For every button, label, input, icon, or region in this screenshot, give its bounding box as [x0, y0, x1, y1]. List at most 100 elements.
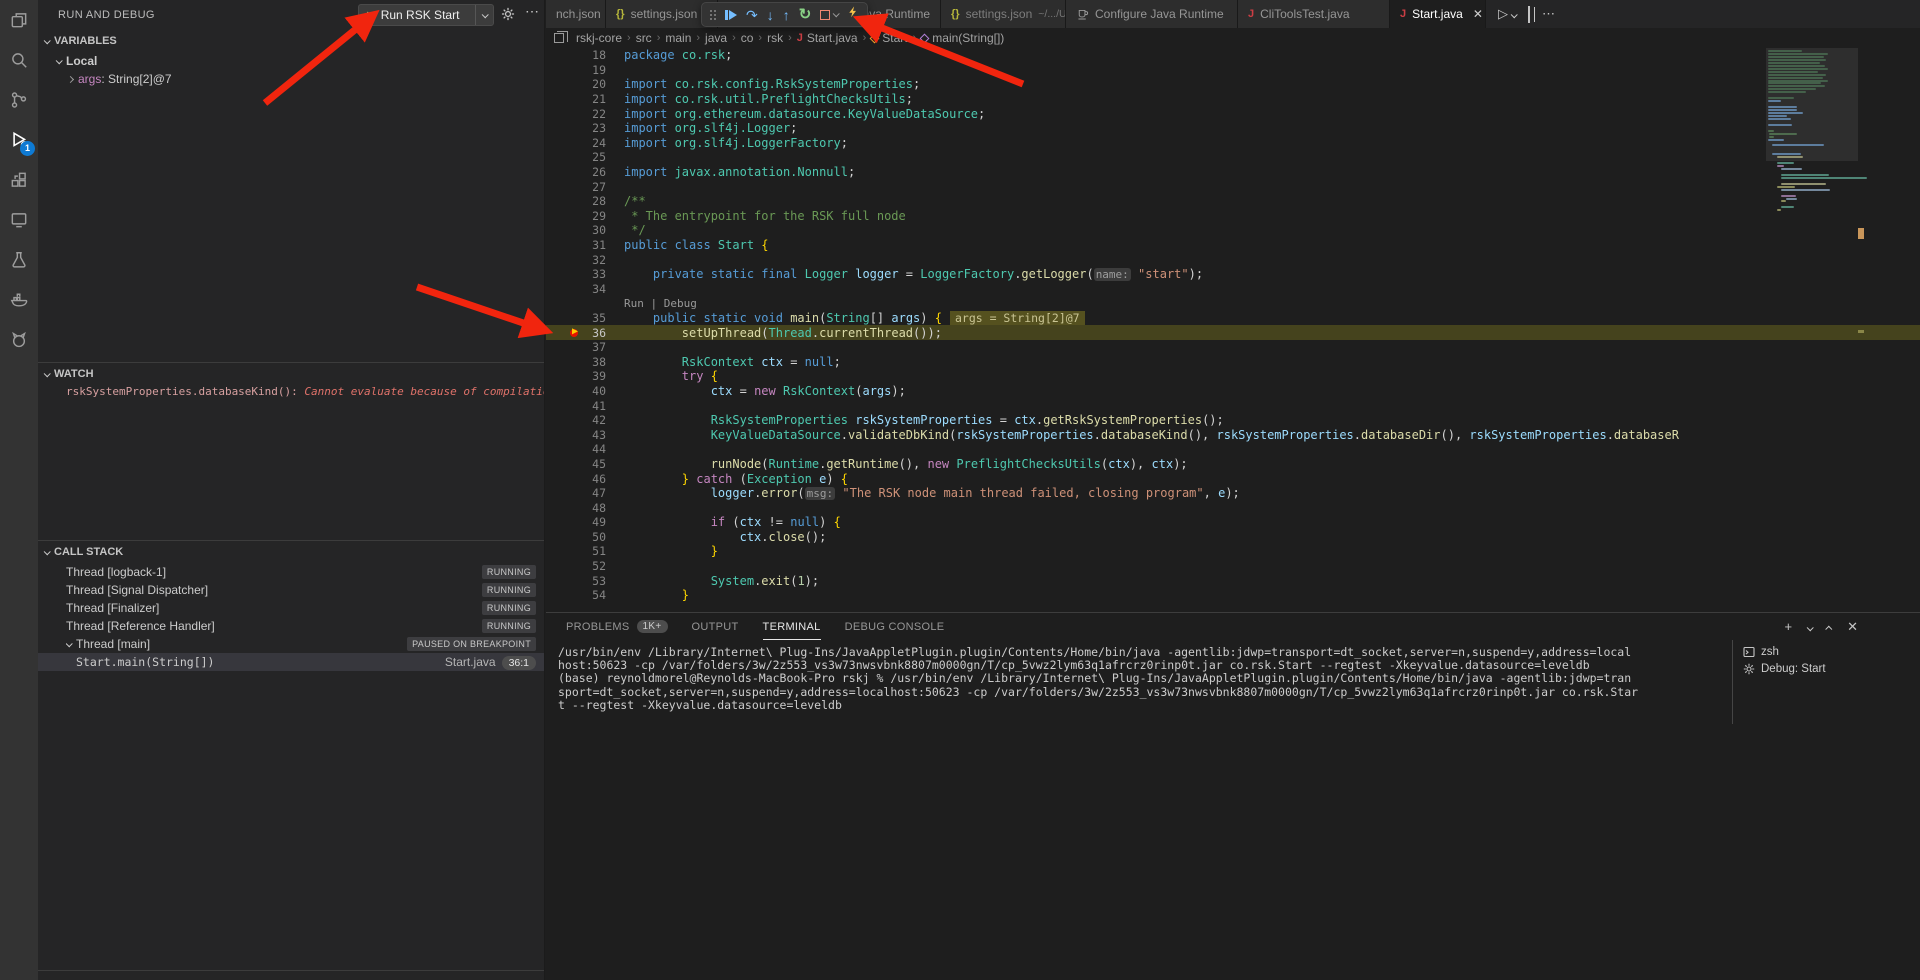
more-actions-icon[interactable]: ⋯: [525, 3, 540, 20]
extensions-icon[interactable]: [0, 160, 38, 200]
tab-configure-java-runtime[interactable]: Configure Java Runtime: [1066, 0, 1238, 28]
code-line-18[interactable]: 18package co.rsk;: [546, 48, 1920, 63]
code-line-39[interactable]: 39 try {: [546, 369, 1920, 384]
code-line-46[interactable]: 46 } catch (Exception e) {: [546, 471, 1920, 486]
code-line-53[interactable]: 53 System.exit(1);: [546, 573, 1920, 588]
call-stack-header[interactable]: CALL STACK: [38, 541, 544, 563]
chevron-down-icon[interactable]: [475, 5, 493, 25]
more-actions-button[interactable]: ⋯: [1542, 6, 1555, 22]
source-control-icon[interactable]: [0, 80, 38, 120]
panel-tab-problems[interactable]: PROBLEMS1K+: [566, 613, 668, 640]
chevron-down-icon[interactable]: [1807, 619, 1812, 634]
code-line-23[interactable]: 23import org.slf4j.Logger;: [546, 121, 1920, 136]
variable-args[interactable]: args: String[2]@7: [38, 70, 544, 88]
call-stack-thread[interactable]: Thread [Finalizer]RUNNING: [38, 599, 544, 617]
toolbar-drag-grip[interactable]: [710, 10, 716, 20]
code-line-52[interactable]: 52: [546, 559, 1920, 574]
hot-code-replace-icon[interactable]: [847, 5, 859, 24]
code-line-34[interactable]: 34: [546, 282, 1920, 297]
panel-tab-debug-console[interactable]: DEBUG CONSOLE: [845, 613, 945, 640]
remote-explorer-icon[interactable]: [0, 200, 38, 240]
open-editors-icon[interactable]: [554, 33, 564, 43]
code-line-32[interactable]: 32: [546, 252, 1920, 267]
paused-breakpoint-icon[interactable]: ▶: [570, 327, 584, 339]
call-stack-thread[interactable]: Thread [Signal Dispatcher]RUNNING: [38, 581, 544, 599]
breadcrumb-item[interactable]: main: [665, 31, 691, 45]
search-icon[interactable]: [0, 40, 38, 80]
code-editor[interactable]: 18package co.rsk;1920import co.rsk.confi…: [546, 48, 1920, 612]
watch-expression[interactable]: rskSystemProperties.databaseKind(): Cann…: [38, 385, 544, 398]
code-line-28[interactable]: 28/**: [546, 194, 1920, 209]
code-line-30[interactable]: 30 */: [546, 223, 1920, 238]
restart-icon[interactable]: ↻: [799, 7, 812, 22]
code-line-31[interactable]: 31public class Start {: [546, 238, 1920, 253]
code-line-22[interactable]: 22import org.ethereum.datasource.KeyValu…: [546, 106, 1920, 121]
watch-header[interactable]: WATCH: [38, 363, 544, 385]
breadcrumb-item[interactable]: main(String[]): [921, 31, 1004, 45]
breadcrumb-item[interactable]: src: [636, 31, 652, 45]
tab-start-java[interactable]: JStart.java✕: [1390, 0, 1486, 28]
code-line-42[interactable]: 42 RskSystemProperties rskSystemProperti…: [546, 413, 1920, 428]
code-line-26[interactable]: 26import javax.annotation.Nonnull;: [546, 165, 1920, 180]
continue-icon[interactable]: [725, 10, 737, 20]
run-configuration-dropdown[interactable]: ▷ Run RSK Start: [358, 4, 494, 26]
variables-scope-local[interactable]: Local: [38, 52, 544, 70]
code-line-38[interactable]: 38 RskContext ctx = null;: [546, 354, 1920, 369]
test-beaker-icon[interactable]: [0, 240, 38, 280]
call-stack-thread[interactable]: Thread [Reference Handler]RUNNING: [38, 617, 544, 635]
code-line-51[interactable]: 51 }: [546, 544, 1920, 559]
docker-icon[interactable]: [0, 280, 38, 320]
code-line-35[interactable]: 35 public static void main(String[] args…: [546, 311, 1920, 326]
code-line-19[interactable]: 19: [546, 63, 1920, 78]
new-terminal-icon[interactable]: +: [1785, 619, 1793, 634]
call-stack-thread[interactable]: Thread [main]PAUSED ON BREAKPOINT: [38, 635, 544, 653]
stop-icon[interactable]: [820, 10, 838, 20]
code-line-21[interactable]: 21import co.rsk.util.PreflightChecksUtil…: [546, 92, 1920, 107]
code-line-43[interactable]: 43 KeyValueDataSource.validateDbKind(rsk…: [546, 427, 1920, 442]
code-line-36[interactable]: 36▶ setUpThread(Thread.currentThread());: [546, 325, 1920, 340]
terminal-session-zsh[interactable]: zsh: [1733, 643, 1916, 660]
variables-header[interactable]: VARIABLES: [38, 30, 544, 52]
breadcrumb-item[interactable]: rsk: [767, 31, 783, 45]
code-line-44[interactable]: 44: [546, 442, 1920, 457]
call-stack-thread[interactable]: Thread [logback-1]RUNNING: [38, 563, 544, 581]
terminal-output[interactable]: /usr/bin/env /Library/Internet\ Plug-Ins…: [558, 646, 1728, 712]
breadcrumb-item[interactable]: co: [741, 31, 754, 45]
code-line-27[interactable]: 27: [546, 179, 1920, 194]
code-line-47[interactable]: 47 logger.error(msg: "The RSK node main …: [546, 486, 1920, 501]
breadcrumb-item[interactable]: java: [705, 31, 727, 45]
run-button[interactable]: ▷: [1498, 6, 1516, 22]
panel-tab-terminal[interactable]: TERMINAL: [763, 613, 821, 640]
tab-clitoolstest-java[interactable]: JCliToolsTest.java: [1238, 0, 1390, 28]
split-editor-button[interactable]: [1528, 7, 1530, 22]
code-line-33[interactable]: 33 private static final Logger logger = …: [546, 267, 1920, 282]
run-and-debug-icon[interactable]: 1: [0, 120, 38, 160]
code-line-37[interactable]: 37: [546, 340, 1920, 355]
code-line-45[interactable]: 45 runNode(Runtime.getRuntime(), new Pre…: [546, 457, 1920, 472]
code-line-49[interactable]: 49 if (ctx != null) {: [546, 515, 1920, 530]
code-line-54[interactable]: 54 }: [546, 588, 1920, 603]
maximize-panel-icon[interactable]: [1827, 619, 1832, 634]
breadcrumb-item[interactable]: Start: [871, 31, 907, 45]
code-line-25[interactable]: 25: [546, 150, 1920, 165]
gear-icon[interactable]: [501, 7, 515, 26]
breadcrumb-item[interactable]: JStart.java: [797, 31, 858, 45]
codelens-run-debug[interactable]: Run | Debug: [546, 296, 1920, 311]
step-out-icon[interactable]: ↑: [783, 8, 790, 22]
code-line-20[interactable]: 20import co.rsk.config.RskSystemProperti…: [546, 77, 1920, 92]
step-over-icon[interactable]: ↷: [746, 8, 758, 22]
code-line-48[interactable]: 48: [546, 500, 1920, 515]
tab-settings-json[interactable]: {}settings.json~/.../User: [941, 0, 1066, 28]
breadcrumb-item[interactable]: rskj-core: [576, 31, 622, 45]
code-line-41[interactable]: 41: [546, 398, 1920, 413]
close-icon[interactable]: ✕: [1473, 7, 1483, 21]
step-into-icon[interactable]: ↓: [767, 8, 774, 22]
terminal-session-debug-start[interactable]: Debug: Start: [1733, 660, 1916, 677]
cat-extension-icon[interactable]: [0, 320, 38, 360]
panel-tab-output[interactable]: OUTPUT: [692, 613, 739, 640]
code-line-50[interactable]: 50 ctx.close();: [546, 530, 1920, 545]
close-panel-icon[interactable]: ✕: [1847, 619, 1858, 635]
call-stack-frame[interactable]: Start.main(String[])Start.java36:1: [38, 653, 544, 671]
code-line-40[interactable]: 40 ctx = new RskContext(args);: [546, 384, 1920, 399]
code-line-29[interactable]: 29 * The entrypoint for the RSK full nod…: [546, 209, 1920, 224]
